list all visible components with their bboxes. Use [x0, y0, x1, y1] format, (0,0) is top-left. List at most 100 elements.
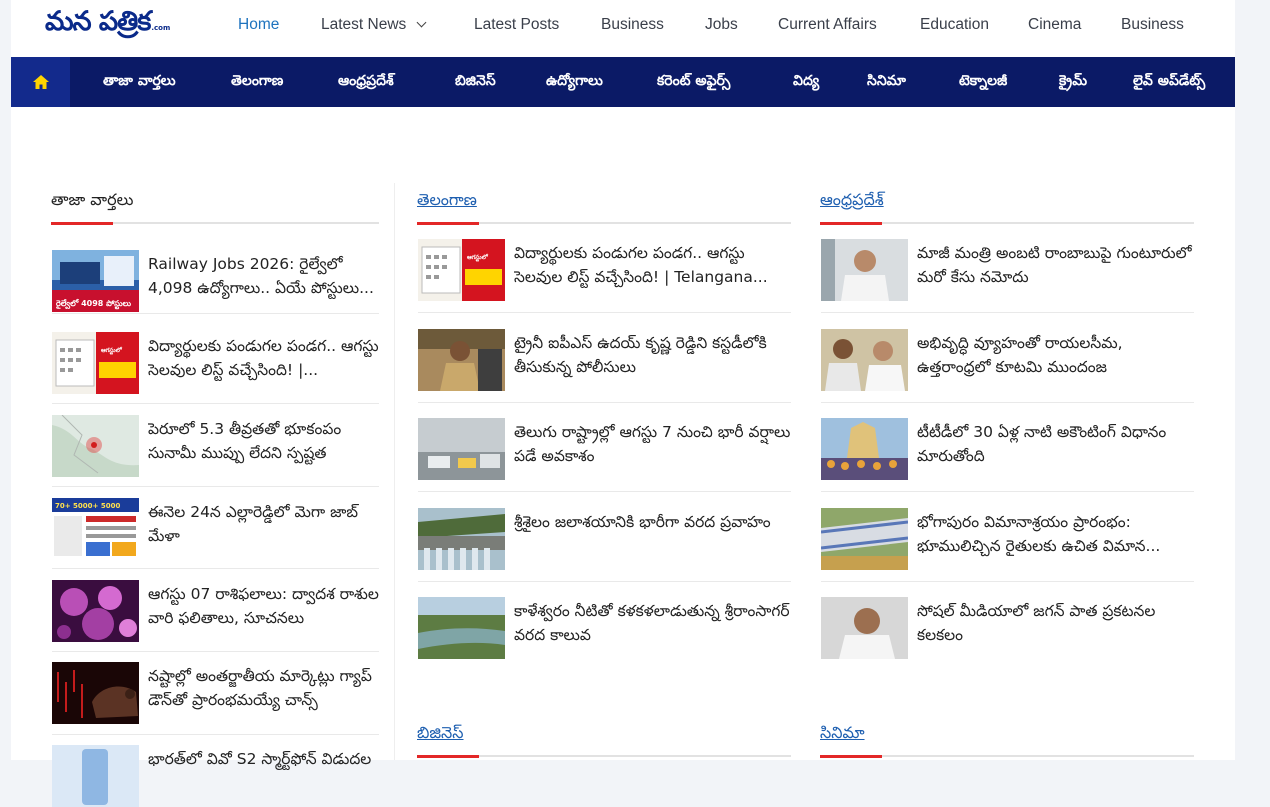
nav-business-2[interactable]: Business: [1121, 16, 1184, 34]
news-item-job-mela[interactable]: 70+ 5000+ 5000 ఈనెల 24న ఎల్లారెడ్డిలో మె…: [52, 498, 380, 560]
section-title-telangana[interactable]: తెలంగాణ: [417, 190, 477, 213]
cat-live-updates[interactable]: లైవ్ అప్‌డేట్స్: [1133, 73, 1205, 92]
nav-jobs[interactable]: Jobs: [705, 16, 738, 34]
leaders-meeting-thumbnail: [821, 329, 908, 391]
news-headline: సోషల్ మీడియాలో జగన్ పాత ప్రకటనల కలకలం: [917, 602, 1156, 644]
divider: [52, 403, 379, 404]
cat-andhra-pradesh[interactable]: ఆంధ్రప్రదేశ్: [338, 73, 394, 92]
section-underline: [417, 221, 791, 225]
nav-cinema[interactable]: Cinema: [1028, 16, 1081, 34]
news-item-srisailam[interactable]: శ్రీశైలం జలాశయానికి భారీగా వరద ప్రవాహం: [418, 508, 792, 570]
logo-text: మన పత్రిక: [45, 6, 151, 37]
divider: [52, 486, 379, 487]
divider: [418, 491, 791, 492]
police-officer-thumbnail: [418, 329, 505, 391]
job-mela-poster-thumbnail: 70+ 5000+ 5000: [52, 498, 139, 560]
news-item-ttd[interactable]: టీటీడీలో 30 ఏళ్ల నాటి అకౌంటింగ్ విధానం మ…: [821, 418, 1195, 480]
home-button[interactable]: [11, 57, 70, 107]
bear-market-thumbnail: [52, 662, 139, 724]
nav-home[interactable]: Home: [238, 16, 279, 34]
cat-latest-news[interactable]: తాజా వార్తలు: [103, 73, 176, 92]
news-item-alliance[interactable]: అభివృద్ధి వ్యూహంతో రాయలసీమ, ఉత్తరాంధ్రలో…: [821, 329, 1195, 391]
rain-traffic-thumbnail: [418, 418, 505, 480]
section-title-business[interactable]: బిజినెస్: [417, 723, 464, 746]
nav-latest-news[interactable]: Latest News: [321, 16, 427, 34]
temple-thumbnail: [821, 418, 908, 480]
cat-technology[interactable]: టెక్నాలజీ: [959, 73, 1007, 92]
holidays-calendar-thumbnail: ఆగస్టులో: [52, 332, 139, 394]
news-headline: Railway Jobs 2026: రైల్వేలో 4,098 ఉద్యోగ…: [148, 255, 374, 297]
divider: [52, 568, 379, 569]
cat-crime[interactable]: క్రైమ్: [1059, 73, 1087, 92]
cat-education[interactable]: విద్య: [793, 73, 819, 92]
news-headline: తెలుగు రాష్ట్రాల్లో ఆగస్టు 7 నుంచి భారీ …: [514, 423, 791, 465]
site-header: మన పత్రిక.com Home Latest News Latest Po…: [11, 0, 1235, 57]
news-item-railway-jobs[interactable]: రైల్వేలో 4098 పోస్టులు Railway Jobs 2026…: [52, 250, 380, 312]
nav-current-affairs[interactable]: Current Affairs: [778, 16, 877, 34]
divider: [418, 402, 791, 403]
news-headline: ట్రైనీ ఐపీఎస్ ఉదయ్ కృష్ణ రెడ్డిని కస్టడీ…: [514, 334, 767, 376]
news-item-smartphone[interactable]: భారత్‌లో వివో S2 స్మార్ట్‌ఫోన్ విడుదల: [52, 745, 380, 807]
news-item-kaleshwaram[interactable]: కాళేశ్వరం నీటితో కళకళలాడుతున్న శ్రీరాంసా…: [418, 597, 792, 659]
canal-thumbnail: [418, 597, 505, 659]
cat-telangana[interactable]: తెలంగాణ: [231, 73, 283, 92]
news-headline: మాజీ మంత్రి అంబటి రాంబాబుపై గుంటూరులో మర…: [917, 244, 1192, 286]
news-item-peru-earthquake[interactable]: పెరూలో 5.3 తీవ్రతతో భూకంపం సునామీ ముప్పు…: [52, 415, 380, 477]
home-icon: [32, 75, 49, 89]
news-headline: పెరూలో 5.3 తీవ్రతతో భూకంపం సునామీ ముప్పు…: [148, 420, 342, 462]
cat-cinema[interactable]: సినిమా: [867, 73, 906, 92]
divider: [52, 651, 379, 652]
column-divider: [394, 183, 395, 760]
section-underline: [417, 754, 791, 758]
news-item-holidays[interactable]: ఆగస్టులో విద్యార్థులకు పండుగల పండగ.. ఆగస…: [52, 332, 380, 394]
earthquake-map-thumbnail: [52, 415, 139, 477]
nav-business[interactable]: Business: [601, 16, 664, 34]
news-item-horoscope[interactable]: ఆగస్టు 07 రాశిఫలాలు: ద్వాదశ రాశుల వారి ఫ…: [52, 580, 380, 642]
section-title-cinema[interactable]: సినిమా: [820, 723, 865, 746]
news-item-ips-custody[interactable]: ట్రైనీ ఐపీఎస్ ఉదయ్ కృష్ణ రెడ్డిని కస్టడీ…: [418, 329, 792, 391]
cat-jobs[interactable]: ఉద్యోగాలు: [546, 73, 603, 92]
news-headline: కాళేశ్వరం నీటితో కళకళలాడుతున్న శ్రీరాంసా…: [514, 602, 790, 644]
news-headline: ఈనెల 24న ఎల్లారెడ్డిలో మెగా జాబ్ మేళా: [148, 503, 358, 545]
news-item-ambati[interactable]: మాజీ మంత్రి అంబటి రాంబాబుపై గుంటూరులో మర…: [821, 239, 1195, 301]
divider: [418, 312, 791, 313]
nav-latest-news-label: Latest News: [321, 16, 407, 33]
nav-education[interactable]: Education: [920, 16, 989, 34]
section-accent: [820, 754, 882, 758]
smartphone-thumbnail: [52, 745, 139, 807]
logo-suffix: .com: [151, 24, 171, 32]
divider: [821, 312, 1194, 313]
divider: [821, 581, 1194, 582]
section-underline: [51, 221, 379, 225]
section-accent: [820, 221, 882, 225]
airport-thumbnail: [821, 508, 908, 570]
cat-current-affairs[interactable]: కరెంట్ అఫైర్స్: [657, 73, 730, 92]
category-nav: తాజా వార్తలు తెలంగాణ ఆంధ్రప్రదేశ్ బిజినె…: [11, 57, 1235, 107]
section-accent: [417, 754, 479, 758]
cat-business[interactable]: బిజినెస్: [455, 73, 496, 92]
site-logo[interactable]: మన పత్రిక.com: [45, 6, 170, 44]
news-item-markets[interactable]: నష్టాల్లో అంతర్జాతీయ మార్కెట్లు గ్యాప్ డ…: [52, 662, 380, 724]
news-item-ts-holidays[interactable]: ఆగస్టులో విద్యార్థులకు పండుగల పండగ.. ఆగస…: [418, 239, 792, 301]
svg-text:ఆగస్టులో: ఆగస్టులో: [101, 346, 123, 355]
section-title-andhra-pradesh[interactable]: ఆంధ్రప్రదేశ్: [820, 190, 884, 213]
news-headline: టీటీడీలో 30 ఏళ్ల నాటి అకౌంటింగ్ విధానం మ…: [917, 423, 1167, 465]
news-item-bhogapuram[interactable]: భోగాపురం విమానాశ్రయం ప్రారంభం: భూములిచ్చ…: [821, 508, 1195, 570]
news-item-jagan[interactable]: సోషల్ మీడియాలో జగన్ పాత ప్రకటనల కలకలం: [821, 597, 1195, 659]
news-headline: ఆగస్టు 07 రాశిఫలాలు: ద్వాదశ రాశుల వారి ఫ…: [148, 585, 379, 627]
nav-latest-posts[interactable]: Latest Posts: [474, 16, 559, 34]
section-title-latest-news: తాజా వార్తలు: [51, 190, 134, 209]
politician-thumbnail: [821, 239, 908, 301]
divider: [821, 491, 1194, 492]
railway-jobs-thumbnail: రైల్వేలో 4098 పోస్టులు: [52, 250, 139, 312]
divider: [418, 581, 791, 582]
news-headline: నష్టాల్లో అంతర్జాతీయ మార్కెట్లు గ్యాప్ డ…: [148, 667, 372, 709]
section-accent: [417, 221, 479, 225]
news-headline: విద్యార్థులకు పండుగల పండగ.. ఆగస్టు సెలవు…: [148, 337, 379, 379]
chevron-down-icon: [416, 17, 427, 28]
svg-text:ఆగస్టులో: ఆగస్టులో: [467, 253, 489, 262]
page: మన పత్రిక.com Home Latest News Latest Po…: [11, 0, 1235, 807]
divider: [821, 402, 1194, 403]
news-item-heavy-rains[interactable]: తెలుగు రాష్ట్రాల్లో ఆగస్టు 7 నుంచి భారీ …: [418, 418, 792, 480]
news-headline: శ్రీశైలం జలాశయానికి భారీగా వరద ప్రవాహం: [514, 513, 771, 531]
